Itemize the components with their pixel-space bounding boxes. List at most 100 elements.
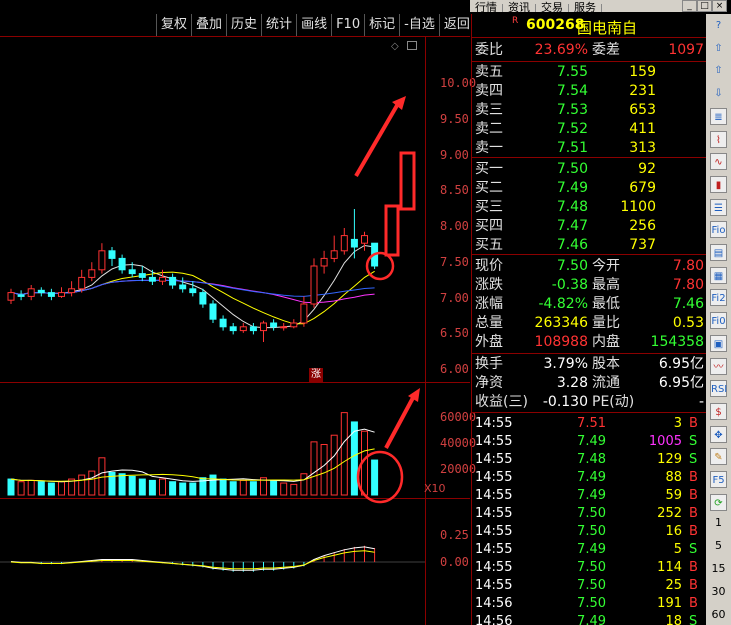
tick-side: S — [689, 452, 698, 467]
volume-bar — [249, 481, 257, 496]
candle-icon[interactable]: ▮ — [710, 175, 727, 193]
toolbar-mark-button[interactable]: 标记 — [364, 14, 399, 36]
bid-row[interactable]: 买二 7.49 679 — [472, 179, 707, 198]
tick-side: B — [689, 416, 698, 431]
f0-icon[interactable]: Fi0 — [710, 312, 727, 330]
candle-body — [27, 288, 35, 297]
pencil-icon[interactable]: ✎ — [710, 448, 727, 466]
volume-bar — [27, 479, 35, 496]
fundamental-row: 净资 3.28 流通 6.95亿 — [472, 374, 707, 393]
menu-news[interactable]: 资讯 — [503, 2, 536, 12]
fundamental-value: 3.79% — [543, 356, 588, 372]
minimize-button[interactable]: _ — [682, 0, 697, 12]
menu-quote[interactable]: 行情 — [470, 2, 503, 12]
candle-body — [98, 250, 106, 271]
tick-time: 14:55 — [475, 488, 513, 503]
table-icon[interactable]: ☰ — [710, 198, 727, 216]
toolbar-remove-watch-button[interactable]: -自选 — [399, 14, 439, 36]
close-button[interactable]: × — [712, 0, 727, 12]
weibi-row: 委比 23.69% 委差 1097 — [472, 41, 707, 60]
volume-bar — [219, 478, 227, 496]
bid-label: 买二 — [475, 180, 503, 196]
f12-icon[interactable]: Fi2 — [710, 289, 727, 307]
menu-trade[interactable]: 交易 — [536, 2, 569, 12]
stock-name[interactable]: 国电南自 — [577, 17, 637, 38]
tick-row: 14:55 7.49 1005 S — [472, 432, 707, 450]
stat-value: 108988 — [534, 334, 588, 350]
tick-row: 14:55 7.49 59 B — [472, 486, 707, 504]
annotation-box-lower — [384, 204, 400, 257]
f5-icon[interactable]: F5 — [710, 471, 727, 488]
ask-row[interactable]: 卖一 7.51 313 — [472, 139, 707, 158]
candle-body — [310, 265, 318, 305]
ask-label: 卖二 — [475, 121, 503, 137]
period-button[interactable]: 30 — [706, 585, 731, 598]
bid-label: 买五 — [475, 237, 503, 253]
tick-price: 7.49 — [577, 488, 606, 503]
fundamental-value: 6.95亿 — [658, 375, 704, 391]
candle-body — [270, 322, 278, 328]
period-button[interactable]: 5 — [706, 539, 731, 552]
bid-label: 买四 — [475, 218, 503, 234]
stat-row: 总量 263346 量比 0.53 — [472, 314, 707, 333]
bid-row[interactable]: 买四 7.47 256 — [472, 217, 707, 236]
candle-body — [68, 288, 76, 294]
stat-label: 量比 — [592, 315, 620, 331]
stat-label: 内盘 — [592, 334, 620, 350]
toolbar-history-button[interactable]: 历史 — [226, 14, 261, 36]
chart-line-icon[interactable]: ⌇ — [710, 130, 727, 148]
volume-bar — [88, 470, 96, 496]
refresh-icon[interactable]: ⟳ — [710, 493, 727, 511]
toolbar-overlay-button[interactable]: 叠加 — [191, 14, 226, 36]
bid-row[interactable]: 买一 7.50 92 — [472, 160, 707, 179]
toolbar-draw-button[interactable]: 画线 — [296, 14, 331, 36]
period-button[interactable]: 1 — [706, 516, 731, 529]
rsi-icon[interactable]: RSI — [710, 380, 727, 398]
wave-icon[interactable]: 〰 — [710, 357, 727, 375]
move-icon[interactable]: ✥ — [710, 425, 727, 443]
ask-row[interactable]: 卖三 7.53 653 — [472, 101, 707, 120]
tick-price: 7.50 — [577, 560, 606, 575]
bid-row[interactable]: 买三 7.48 1100 — [472, 198, 707, 217]
tick-side: B — [689, 578, 698, 593]
bid-row[interactable]: 买五 7.46 737 — [472, 236, 707, 255]
period-button[interactable]: 60 — [706, 608, 731, 621]
maximize-button[interactable]: □ — [697, 0, 712, 12]
volume-bar — [209, 474, 217, 496]
bid-volume: 92 — [638, 161, 656, 177]
ask-row[interactable]: 卖五 7.55 159 — [472, 63, 707, 82]
tick-side: B — [689, 524, 698, 539]
ask-volume: 231 — [629, 83, 656, 99]
list-icon[interactable]: ≣ — [710, 107, 727, 125]
volume-bar — [330, 434, 338, 496]
toolbar-f10-button[interactable]: F10 — [331, 14, 364, 36]
tick-time: 14:56 — [475, 614, 513, 625]
toolbar-back-button[interactable]: 返回 — [438, 14, 474, 36]
divider — [472, 157, 707, 158]
ask-price: 7.54 — [556, 83, 588, 99]
toolbar-fuquan-button[interactable]: 复权 — [156, 14, 191, 36]
toolbar-stats-button[interactable]: 统计 — [261, 14, 296, 36]
dollar-icon[interactable]: $ — [710, 402, 727, 420]
fundamental-label: PE(动) — [592, 394, 635, 410]
down-outline-icon[interactable]: ⇩ — [710, 85, 727, 102]
menu-service[interactable]: 服务 — [569, 2, 602, 12]
calendar-icon[interactable]: ▦ — [710, 266, 727, 284]
bid-label: 买三 — [475, 199, 503, 215]
up-outline-icon[interactable]: ⇧ — [710, 62, 727, 79]
period-button[interactable]: 15 — [706, 562, 731, 575]
f10-icon[interactable]: Fio — [710, 221, 727, 239]
weicha-label: 委差 — [592, 42, 620, 58]
candle-body — [320, 257, 328, 267]
chart-line-icon-2[interactable]: ∿ — [710, 153, 727, 171]
ask-row[interactable]: 卖二 7.52 411 — [472, 120, 707, 139]
fundamental-value: 6.95亿 — [658, 356, 704, 372]
ask-row[interactable]: 卖四 7.54 231 — [472, 82, 707, 101]
help-icon[interactable]: ? — [710, 17, 727, 34]
document-icon[interactable]: ▤ — [710, 244, 727, 261]
rzrq-badge: R — [512, 16, 519, 26]
grid-icon[interactable]: ▣ — [710, 334, 727, 352]
up-arrow-icon[interactable]: ⇧ — [710, 40, 727, 57]
stock-code[interactable]: 600268 — [526, 17, 584, 33]
kline-chart[interactable]: ◇ 10.00 9.50 9.00 8.50 8.00 7.50 7.00 6.… — [0, 36, 476, 625]
